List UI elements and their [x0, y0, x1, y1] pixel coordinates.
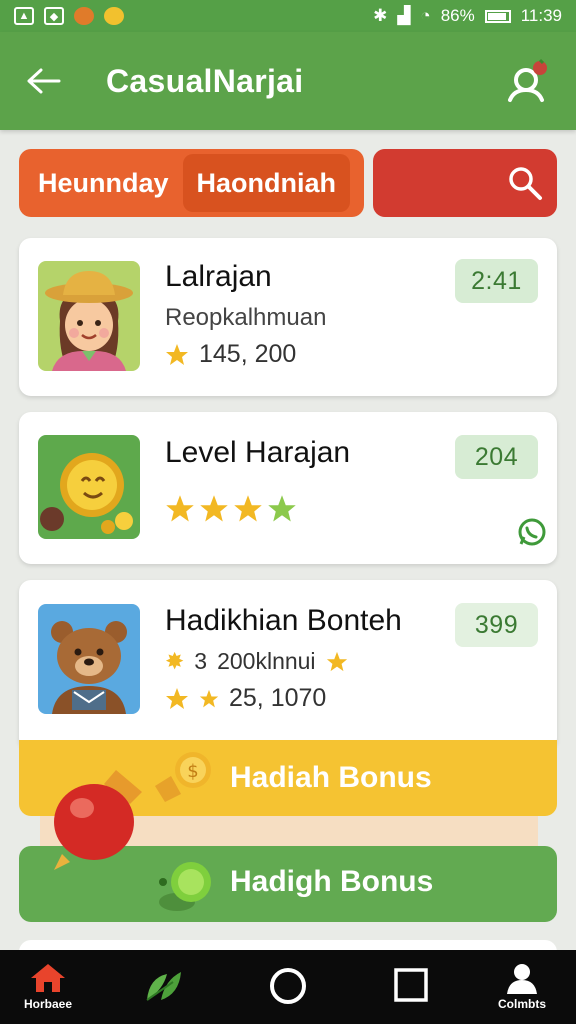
star-icon [234, 495, 262, 522]
card-stat: 145, 200 [165, 340, 296, 369]
card-stat-value: 145, 200 [199, 340, 297, 368]
back-arrow-icon [27, 68, 61, 94]
card-stat-line2-value: 25, 1070 [229, 684, 327, 712]
game-card[interactable]: Hadikhian Bonteh ✸ 3 200klnnui 25, 1070 … [19, 580, 557, 750]
star-icon [166, 687, 188, 709]
signal-icon: ▟ [397, 6, 411, 25]
battery-percent: 86% [440, 6, 475, 25]
bluetooth-icon: ✱ [373, 6, 388, 25]
card-badge: 2:41 [455, 259, 538, 303]
star-icon [166, 343, 188, 365]
leaf-icon [146, 972, 181, 1001]
nav-account-label: Colmbts [498, 997, 546, 1011]
whatsapp-icon[interactable] [517, 517, 547, 552]
star-icon [200, 495, 228, 522]
bonus-green-label: Hadigh Bonus [230, 865, 434, 898]
nav-leaf[interactable] [143, 964, 185, 1004]
green-coin-icon [159, 862, 211, 911]
nav-account[interactable]: Colmbts [498, 962, 546, 1011]
status-time: 11:39 [520, 6, 562, 25]
bottom-nav: Horbaee Colmbts [0, 950, 576, 1024]
cookie-icon [74, 7, 94, 25]
bear-avatar [38, 604, 140, 714]
card-title: Level Harajan [165, 436, 351, 469]
profile-button[interactable] [504, 56, 554, 106]
star-icon [199, 689, 219, 707]
photo-icon: ◆ [44, 7, 64, 25]
card-title: Hadikhian Bonteh [165, 604, 402, 637]
coin-bag-icon: $ [155, 752, 211, 802]
circle-home-icon [270, 968, 306, 1004]
coin-avatar [38, 435, 140, 539]
bonus-yellow-label: Hadiah Bonus [230, 761, 432, 794]
tab-group: Heunnday Haondniah [19, 149, 364, 217]
image-icon: ▲ [14, 7, 34, 25]
card-stat-line1: ✸ 3 200klnnui [165, 648, 348, 675]
game-card[interactable]: Level Harajan 204 [19, 412, 557, 564]
red-balloon-icon [54, 770, 142, 870]
star-icon [268, 495, 296, 522]
nav-home-label: Horbaee [24, 997, 73, 1011]
rating-stars [165, 494, 297, 524]
home-icon [31, 964, 66, 992]
app-title: CasualNarjai [106, 62, 304, 99]
square-recents-icon [394, 968, 428, 1002]
tab-heunnday[interactable]: Heunnday [24, 154, 183, 212]
profile-icon [508, 58, 547, 102]
status-right-icons: ✱ ▟ ◔ 86% 11:39 [373, 6, 562, 26]
tab-haondniah[interactable]: Haondniah [182, 154, 351, 212]
app-bar: CasualNarjai [0, 32, 576, 130]
girl-avatar [38, 261, 140, 371]
person-icon [507, 964, 537, 994]
sparkle-icon: ✸ [165, 648, 185, 674]
card-stat-line1-value: 200klnnui [217, 648, 316, 674]
status-bar: ▲ ◆ ✱ ▟ ◔ 86% 11:39 [0, 0, 576, 32]
star-icon [326, 651, 347, 671]
card-badge: 204 [455, 435, 538, 479]
tabs-row: Heunnday Haondniah [19, 149, 557, 217]
search-button[interactable] [373, 149, 557, 217]
nav-home-circle[interactable] [268, 966, 308, 1006]
battery-icon [484, 9, 511, 23]
card-badge: 399 [455, 603, 538, 647]
card-subtitle: Reopkalhmuan [165, 304, 327, 331]
search-icon [509, 167, 542, 200]
status-left-icons: ▲ ◆ [14, 7, 124, 25]
card-stat-prefix: 3 [194, 648, 208, 674]
emoji-icon [104, 7, 124, 25]
svg-text:$: $ [187, 761, 198, 782]
game-card[interactable]: Lalrajan Reopkalhmuan 145, 200 2:41 [19, 238, 557, 396]
nav-home[interactable]: Horbaee [24, 962, 72, 1011]
nav-recents[interactable] [394, 968, 428, 1002]
back-button[interactable] [22, 59, 66, 103]
wifi-icon: ◔ [420, 6, 431, 25]
card-stat-line2: 25, 1070 [165, 684, 326, 713]
star-icon [166, 495, 194, 522]
card-title: Lalrajan [165, 260, 272, 293]
